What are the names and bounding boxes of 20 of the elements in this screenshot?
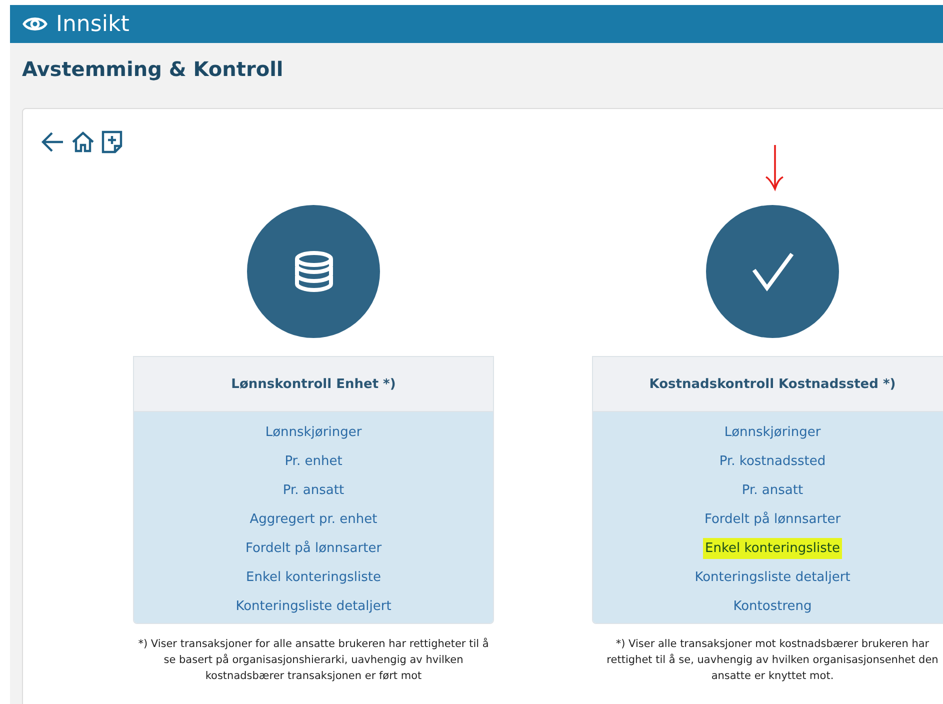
report-link[interactable]: Kontostreng [731,596,814,617]
panel-title: Lønnskontroll Enhet *) [231,376,396,392]
report-link[interactable]: Aggregert pr. enhet [248,509,380,530]
report-link[interactable]: Pr. ansatt [280,480,346,501]
panel-title: Kostnadskontroll Kostnadssted *) [649,376,896,392]
footnote: *) Viser alle transaksjoner mot kostnadsbærer brukeren har rettighet til å se, uavhengig av hvilken organisasjonsenhet den ansatte er knyttet mot. [606,637,940,684]
report-link[interactable]: Pr. enhet [282,451,344,472]
report-link[interactable]: Enkel konteringsliste [244,567,383,588]
app-title: Innsikt [56,12,130,36]
report-link[interactable]: Konteringsliste detaljert [692,567,852,588]
report-link[interactable]: Pr. ansatt [740,480,806,501]
page-title: Avstemming & Kontroll [22,57,284,81]
report-link[interactable]: Fordelt på lønnsarter [243,538,384,559]
report-link[interactable]: Lønnskjøringer [722,422,823,443]
report-link[interactable]: Lønnskjøringer [263,422,364,443]
report-link[interactable]: Enkel konteringsliste [703,538,842,559]
report-link[interactable]: Konteringsliste detaljert [234,596,394,617]
report-link[interactable]: Pr. kostnadssted [717,451,828,472]
footnote: *) Viser transaksjoner for alle ansatte brukeren har rettigheter til å se basert på organisasjonshierarki, uavhengig av hvilken kostnadsbærer transaksjonen er ført mot [137,636,490,684]
report-link[interactable]: Fordelt på lønnsarter [702,509,843,530]
